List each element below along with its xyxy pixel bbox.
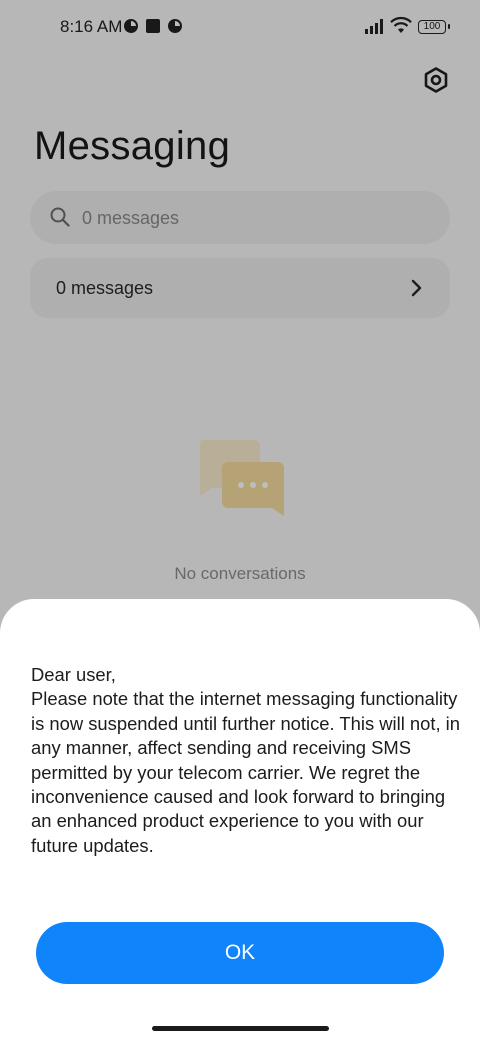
ok-button[interactable]: OK (36, 922, 444, 984)
notice-dialog: Dear user, Please note that the internet… (0, 599, 480, 1040)
dialog-body: Please note that the internet messaging … (31, 688, 461, 856)
home-indicator[interactable] (152, 1026, 329, 1031)
dialog-message: Dear user, Please note that the internet… (31, 663, 467, 858)
dialog-greeting: Dear user, (31, 664, 116, 685)
